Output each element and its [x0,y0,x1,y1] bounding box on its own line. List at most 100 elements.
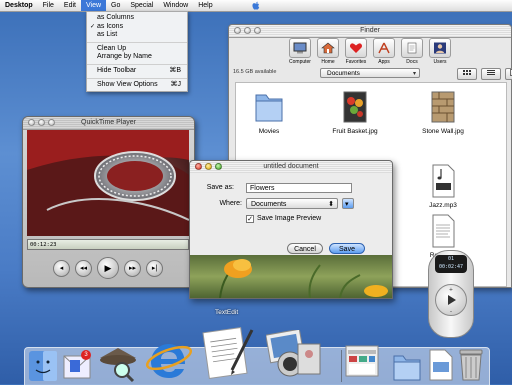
toolbar-label: Docs [406,59,417,65]
toolbar-computer-button[interactable]: Computer [289,38,311,66]
playback-controls: ◂ ◂◂ ▶ ▸▸ ▸| [27,253,189,283]
play-button[interactable]: ▶ [97,257,119,279]
menu-special[interactable]: Special [125,0,158,11]
menu-item-show-view-options[interactable]: Show View Options⌘J [87,81,187,90]
textedit-dock-icon[interactable] [202,324,264,381]
minimized-window-dock-icon[interactable] [344,342,380,381]
internet-explorer-dock-icon[interactable] [145,336,193,381]
finder-title: Finder [229,27,511,34]
icon-view-button[interactable] [457,68,477,80]
list-view-button[interactable] [481,68,501,80]
widget-track-number: 01 [435,255,467,263]
list-view-icon [486,69,496,76]
widget-play-control[interactable]: + – [435,284,467,316]
shortcut-label: ⌘B [169,67,181,76]
quicktime-player-window: QuickTime Player 00:12:23 ◂ ◂◂ ▶ ▸▸ ▸| [22,116,195,288]
menu-item-clean-up[interactable]: Clean Up [87,45,187,54]
quicktime-titlebar[interactable]: QuickTime Player [23,117,194,130]
save-as-field[interactable]: Flowers [246,183,352,193]
finder-item-label: Stone Wall.jpg [413,128,473,135]
trash-icon[interactable] [458,348,484,381]
video-display[interactable] [27,130,189,236]
home-icon [321,42,335,54]
toolbar-docs-button[interactable]: Docs [401,38,423,66]
where-label: Where: [198,200,242,207]
sherlock-dock-icon[interactable] [96,344,140,381]
where-popup-value: Documents [251,201,286,208]
toolbar-label: Apps [378,59,389,65]
menu-separator [87,42,187,43]
documents-icon [405,42,419,54]
finder-item-label: Movies [239,128,299,135]
step-button[interactable]: ▸| [146,260,163,277]
toolbar-favorites-button[interactable]: Favorites [345,38,367,66]
where-popup[interactable]: Documents ⬍ [246,198,338,209]
folder-dock-icon[interactable] [392,350,422,381]
finder-item-movies[interactable]: Movies [239,89,299,135]
rewind-button[interactable]: ◂◂ [75,260,92,277]
menu-edit[interactable]: Edit [59,0,81,11]
menu-help[interactable]: Help [193,0,217,11]
menu-item-as-list[interactable]: as List [87,31,187,40]
folder-icon [253,89,285,125]
dock-divider [341,350,342,382]
toolbar-label: Favorites [346,59,367,65]
finder-item-label: Fruit Basket.jpg [325,128,385,135]
finder-item-jazz-mp3[interactable]: Jazz.mp3 [413,163,473,209]
icon-view-icon [462,69,472,76]
menu-item-arrange-by-name[interactable]: Arrange by Name [87,53,187,62]
finder-dock-icon[interactable] [28,350,58,381]
heart-icon [349,42,363,54]
flower-photo [190,255,392,298]
toolbar-label: Users [433,59,446,65]
menu-app-desktop[interactable]: Desktop [0,0,38,11]
menu-go[interactable]: Go [106,0,125,11]
finder-item-stone-wall[interactable]: Stone Wall.jpg [413,89,473,135]
menu-item-as-icons[interactable]: ✓as Icons [87,23,187,32]
quicktime-title: QuickTime Player [23,119,194,126]
save-preview-checkbox[interactable]: ✓ [246,215,254,223]
svg-text:+: + [449,287,453,293]
iphoto-dock-icon[interactable] [266,330,322,381]
menu-item-hide-toolbar[interactable]: Hide Toolbar⌘B [87,67,187,76]
toolbar-label: Computer [289,59,311,65]
cancel-button[interactable]: Cancel [287,243,323,254]
play-icon [448,295,456,305]
toolbar-apps-button[interactable]: Apps [373,38,395,66]
path-popup[interactable]: Documents ▾ [320,68,420,78]
menu-separator [87,64,187,65]
image-file-icon [427,89,459,125]
media-remote-widget: 01 00:02:47 + – [428,250,474,338]
view-mode-buttons [457,68,512,80]
disk-space-status: 16.5 GB available [233,69,276,75]
apple-menu-icon[interactable] [252,0,260,11]
toolbar-users-button[interactable]: Users [429,38,451,66]
svg-text:–: – [450,309,453,315]
menu-separator [87,78,187,79]
image-file-icon [339,89,371,125]
finder-item-fruit-basket[interactable]: Fruit Basket.jpg [325,89,385,135]
save-button[interactable]: Save [329,243,365,254]
document-icon [427,213,459,249]
menu-view[interactable]: View [81,0,106,11]
volume-icon[interactable]: ◂ [53,260,70,277]
save-dialog-title: untitled document [190,163,392,170]
column-view-button[interactable] [505,68,512,80]
menu-item-as-columns[interactable]: as Columns [87,14,187,23]
save-as-label: Save as: [190,184,234,191]
document-dock-icon[interactable] [428,348,454,381]
expand-button[interactable]: ▾ [342,198,354,209]
save-preview-label: Save Image Preview [257,215,321,222]
apps-icon [377,42,391,54]
computer-icon [293,42,307,54]
menu-window[interactable]: Window [158,0,193,11]
toolbar-home-button[interactable]: Home [317,38,339,66]
fast-forward-button[interactable]: ▸▸ [124,260,141,277]
finder-titlebar[interactable]: Finder [229,25,511,38]
toolbar-label: Home [321,59,334,65]
mp3-file-icon [427,163,459,199]
menu-file[interactable]: File [38,0,59,11]
path-popup-label: Documents [327,70,360,77]
dock-tooltip: TextEdit [215,309,238,316]
timeline-scrubber[interactable]: 00:12:23 [27,239,189,250]
